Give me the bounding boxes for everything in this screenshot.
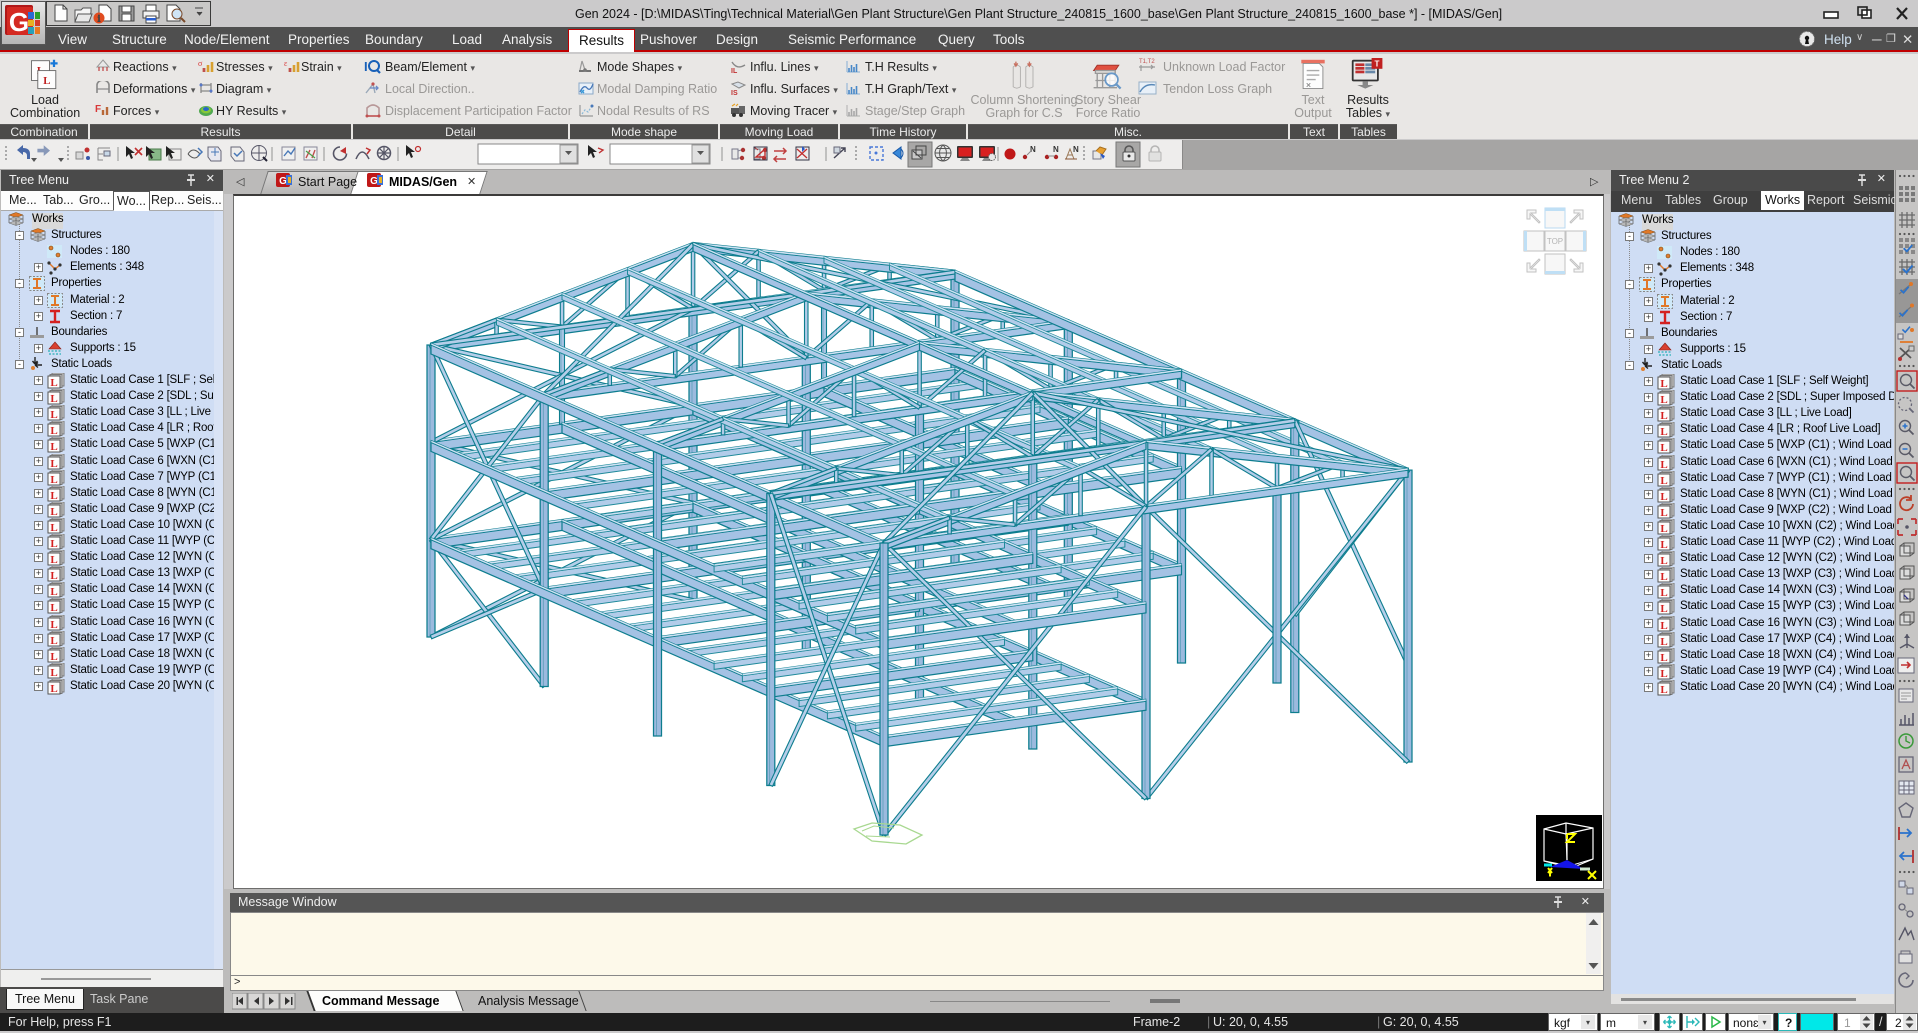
svg-text:L: L: [50, 570, 57, 582]
svg-text:L: L: [50, 683, 57, 695]
svg-text:L: L: [50, 441, 57, 453]
svg-text:L: L: [50, 651, 57, 663]
svg-text:G: G: [370, 176, 378, 187]
svg-text:L: L: [43, 75, 50, 87]
svg-text:L: L: [50, 635, 57, 647]
svg-text:L: L: [50, 409, 57, 421]
svg-text:L: L: [1660, 668, 1667, 680]
svg-text:ε: ε: [284, 59, 288, 68]
svg-text:L: L: [50, 458, 57, 470]
svg-text:L: L: [50, 425, 57, 437]
svg-text:σ: σ: [198, 59, 203, 68]
svg-text:L: L: [50, 554, 57, 566]
svg-text:TOP: TOP: [1547, 237, 1563, 246]
svg-text:N: N: [1030, 145, 1036, 154]
svg-text:L: L: [1660, 684, 1667, 696]
svg-text:IS: IS: [731, 90, 738, 96]
svg-text:G: G: [279, 176, 287, 187]
svg-text:L: L: [1660, 394, 1667, 406]
svg-text:L: L: [50, 490, 57, 502]
svg-text:L: L: [1660, 539, 1667, 551]
svg-text:L: L: [1660, 587, 1667, 599]
svg-text:N: N: [1073, 145, 1079, 154]
svg-text:L: L: [1660, 652, 1667, 664]
svg-text:L: L: [1660, 378, 1667, 390]
svg-text:L: L: [1660, 555, 1667, 567]
svg-text:L: L: [50, 522, 57, 534]
svg-text:L: L: [1660, 410, 1667, 422]
svg-text:L: L: [50, 667, 57, 679]
svg-text:L: L: [50, 586, 57, 598]
svg-text:L: L: [50, 474, 57, 486]
svg-text:L: L: [1660, 475, 1667, 487]
svg-text:L: L: [1660, 603, 1667, 615]
svg-text:I: I: [364, 59, 368, 74]
svg-text:L: L: [50, 393, 57, 405]
svg-text:F: F: [95, 104, 101, 115]
svg-text:L: L: [1660, 459, 1667, 471]
svg-text:L: L: [1660, 571, 1667, 583]
svg-text:T1,T2: T1,T2: [1139, 59, 1155, 65]
svg-text:T: T: [1375, 60, 1380, 69]
svg-text:IL: IL: [731, 68, 738, 74]
svg-text:G: G: [9, 7, 29, 37]
svg-text:L: L: [1660, 523, 1667, 535]
svg-text:L: L: [50, 506, 57, 518]
svg-text:L: L: [50, 602, 57, 614]
svg-text:L: L: [1660, 426, 1667, 438]
svg-text:L: L: [50, 538, 57, 550]
svg-text:L: L: [50, 377, 57, 389]
svg-text:N: N: [1053, 145, 1059, 154]
svg-text:L: L: [50, 619, 57, 631]
svg-text:L: L: [1660, 442, 1667, 454]
svg-text:L: L: [1660, 620, 1667, 632]
svg-text:L: L: [1660, 636, 1667, 648]
svg-text:L: L: [1660, 507, 1667, 519]
svg-text:L: L: [1660, 491, 1667, 503]
